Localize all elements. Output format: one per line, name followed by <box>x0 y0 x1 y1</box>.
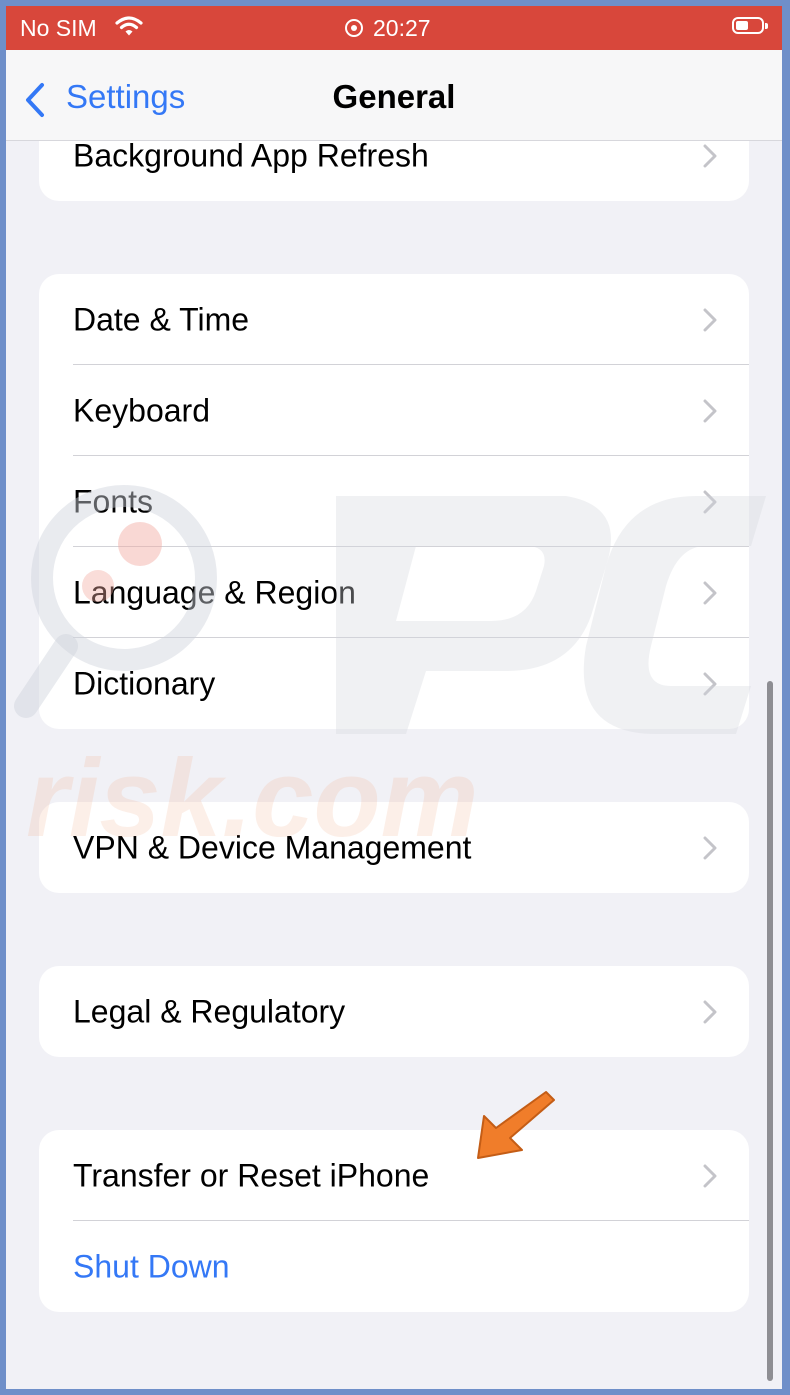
row-label: Background App Refresh <box>73 137 429 173</box>
status-time-group: 20:27 <box>345 15 431 42</box>
navigation-bar: Settings General <box>6 50 782 141</box>
settings-group-reset: Transfer or Reset iPhone Shut Down <box>39 1130 749 1312</box>
settings-group-locale: Date & Time Keyboard Fonts Language & Re… <box>39 274 749 729</box>
chevron-right-icon <box>703 144 717 167</box>
row-transfer-reset-iphone[interactable]: Transfer or Reset iPhone <box>39 1130 749 1221</box>
row-dictionary[interactable]: Dictionary <box>39 638 749 729</box>
shut-down-label: Shut Down <box>73 1248 230 1284</box>
page-title: General <box>332 78 456 115</box>
row-keyboard[interactable]: Keyboard <box>39 365 749 456</box>
phone-screen: No SIM 20:27 Settings General Background… <box>6 6 782 1389</box>
row-label: Language & Region <box>73 574 356 610</box>
shut-down-button[interactable]: Shut Down <box>39 1221 749 1312</box>
chevron-right-icon <box>703 1164 717 1187</box>
chevron-right-icon <box>703 399 717 422</box>
wifi-icon <box>115 15 143 42</box>
row-legal-regulatory[interactable]: Legal & Regulatory <box>39 966 749 1057</box>
row-label: Keyboard <box>73 392 210 428</box>
chevron-right-icon <box>703 581 717 604</box>
battery-icon <box>732 17 768 34</box>
status-bar: No SIM 20:27 <box>6 6 782 50</box>
row-date-time[interactable]: Date & Time <box>39 274 749 365</box>
settings-group-vpn: VPN & Device Management <box>39 802 749 893</box>
chevron-right-icon <box>703 308 717 331</box>
row-label: Date & Time <box>73 301 250 337</box>
row-label: Transfer or Reset iPhone <box>73 1157 430 1193</box>
scrollbar[interactable] <box>767 681 773 1381</box>
row-label: Fonts <box>73 483 154 519</box>
chevron-right-icon <box>703 490 717 513</box>
status-time: 20:27 <box>373 15 431 41</box>
row-vpn-device-management[interactable]: VPN & Device Management <box>39 802 749 893</box>
chevron-right-icon <box>703 672 717 695</box>
carrier-label: No SIM <box>20 15 97 41</box>
chevron-right-icon <box>703 836 717 859</box>
row-label: Legal & Regulatory <box>73 993 346 1029</box>
settings-group-legal: Legal & Regulatory <box>39 966 749 1057</box>
row-fonts[interactable]: Fonts <box>39 456 749 547</box>
orange-pointer-arrow-icon <box>477 1091 555 1159</box>
row-label: Dictionary <box>73 665 216 701</box>
chevron-right-icon <box>703 1000 717 1023</box>
row-language-region[interactable]: Language & Region <box>39 547 749 638</box>
location-lock-icon <box>345 19 363 37</box>
row-label: VPN & Device Management <box>73 829 472 865</box>
